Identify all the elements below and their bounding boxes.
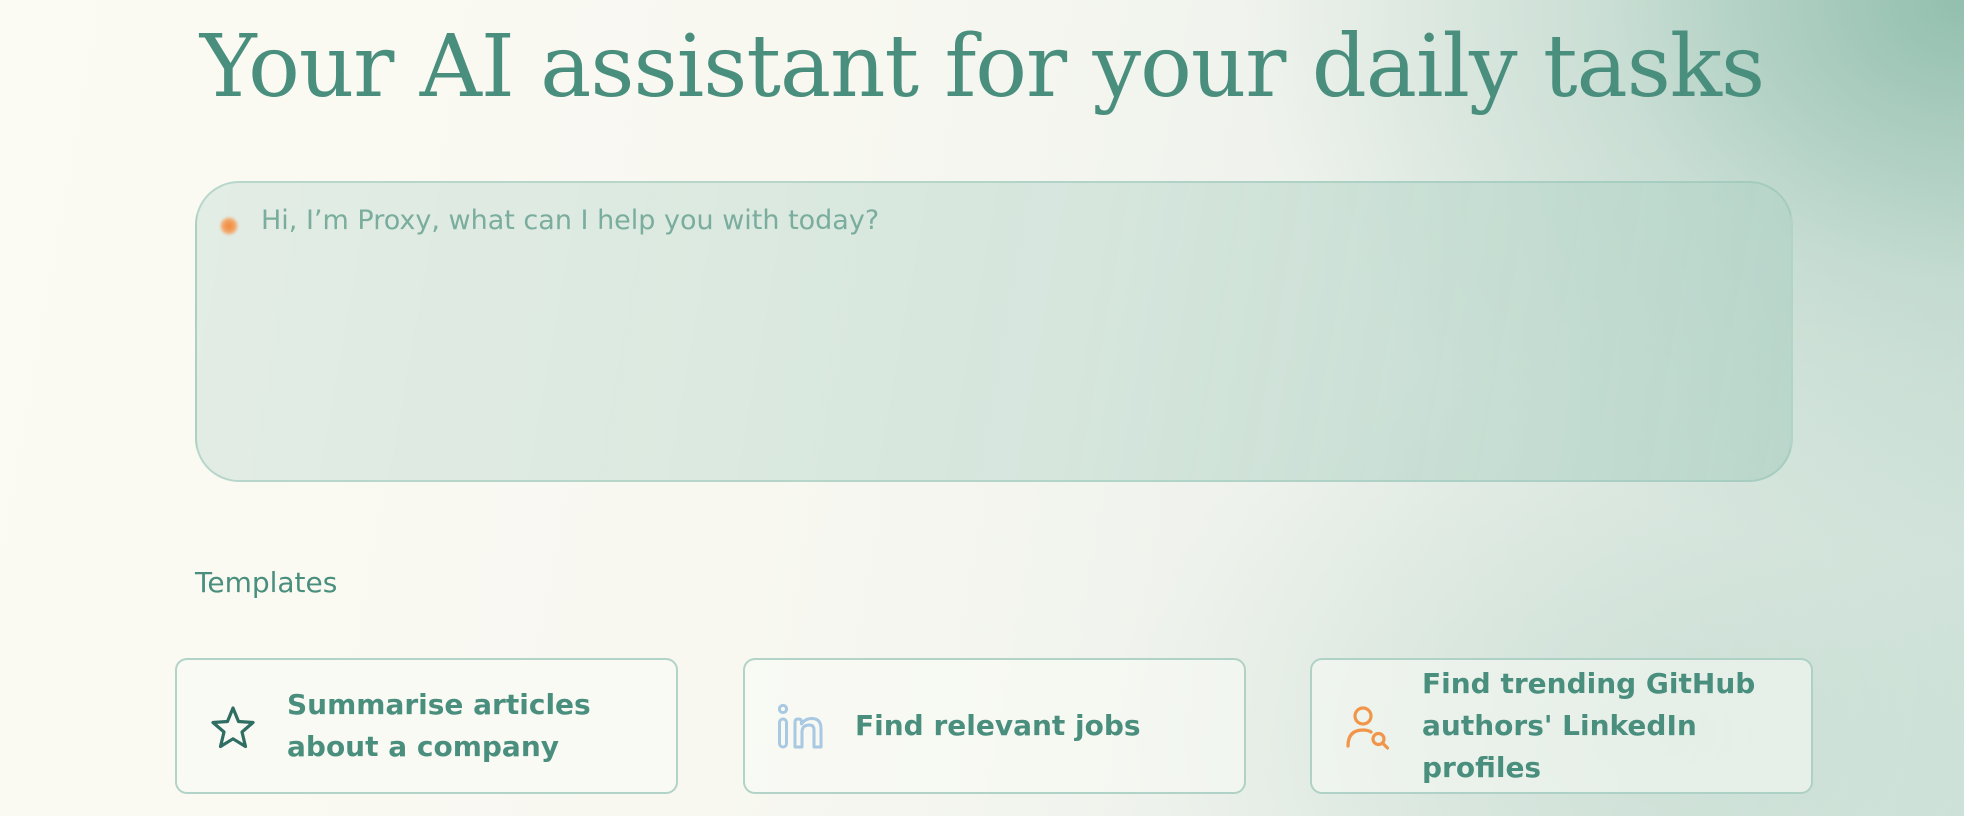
page-headline: Your AI assistant for your daily tasks bbox=[199, 17, 1765, 117]
template-card-summarise-articles[interactable]: Summarise articles about a company bbox=[175, 658, 678, 794]
template-card-label: Summarise articles about a company bbox=[287, 688, 591, 763]
templates-heading: Templates bbox=[195, 566, 338, 599]
prompt-input[interactable] bbox=[261, 205, 1761, 455]
template-card-label: Find trending GitHub authors' LinkedIn p… bbox=[1422, 667, 1756, 784]
user-search-icon bbox=[1346, 706, 1390, 750]
template-card-label: Find relevant jobs bbox=[855, 709, 1141, 742]
template-card-find-jobs[interactable]: Find relevant jobs bbox=[743, 658, 1246, 794]
proxy-status-dot bbox=[220, 217, 238, 235]
linkedin-icon bbox=[777, 703, 823, 749]
template-card-github-authors[interactable]: Find trending GitHub authors' LinkedIn p… bbox=[1310, 658, 1813, 794]
prompt-box[interactable] bbox=[195, 181, 1793, 482]
star-icon bbox=[211, 706, 255, 749]
